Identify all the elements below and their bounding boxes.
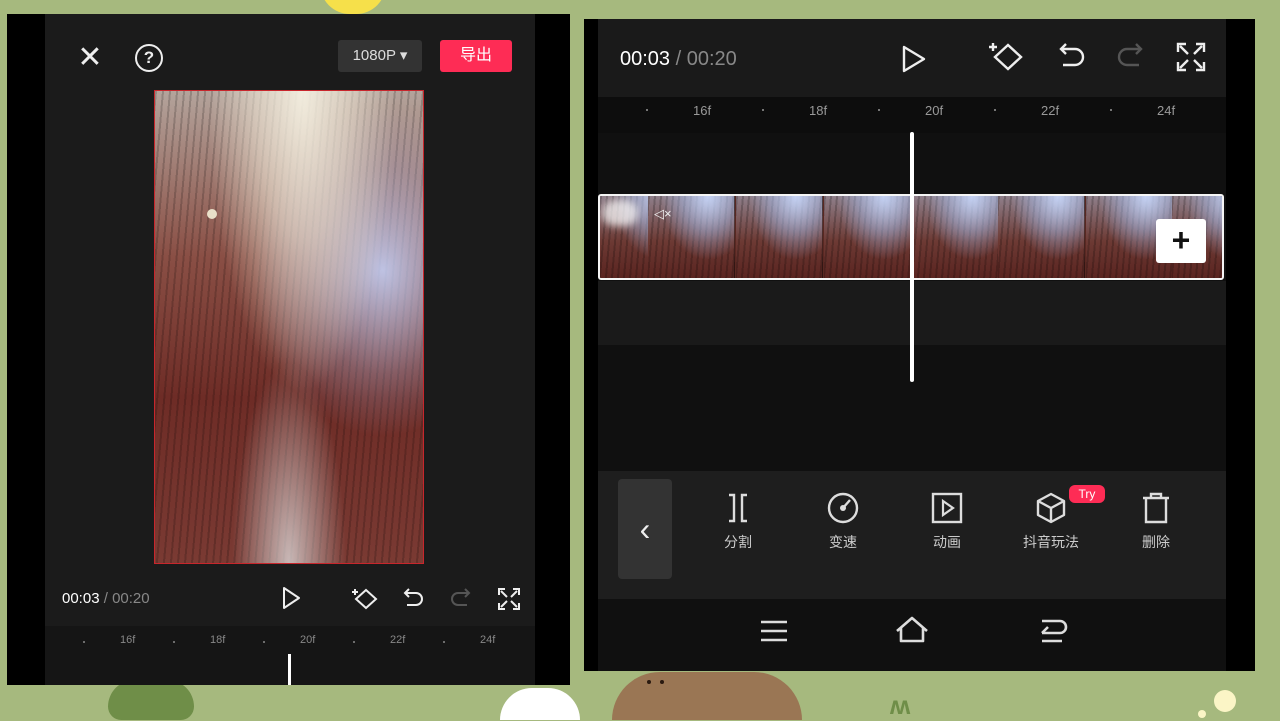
dot-decoration [1214, 690, 1236, 712]
close-icon[interactable]: ✕ [75, 43, 105, 73]
fullscreen-icon[interactable] [496, 586, 522, 612]
dot-decoration [1198, 710, 1206, 718]
ruler-dot [263, 641, 265, 643]
bear-eye [660, 680, 664, 684]
video-preview [154, 90, 424, 564]
cover-highlight [602, 200, 638, 226]
split-button[interactable]: 分割 [696, 491, 780, 552]
leaf-decoration [108, 680, 194, 720]
sprout-decoration: ʍ [890, 690, 911, 720]
ruler-dot [762, 109, 764, 111]
speed-button[interactable]: 变速 [801, 491, 885, 552]
ruler-tick: 22f [1041, 103, 1060, 118]
animation-icon [931, 492, 963, 524]
ruler-tick: 22f [390, 634, 406, 646]
sun-decoration [320, 0, 386, 14]
ruler-tick: 24f [1157, 103, 1176, 118]
effects-label: 抖音玩法 [1023, 534, 1079, 550]
undo-icon[interactable] [400, 586, 426, 612]
help-icon[interactable]: ? [135, 44, 163, 72]
fullscreen-icon[interactable] [1174, 40, 1208, 74]
ruler-tick: 24f [480, 634, 496, 646]
trash-icon [1143, 492, 1169, 524]
ruler-tick: 18f [210, 634, 226, 646]
time-current: 00:03 [620, 48, 671, 70]
ruler-dot [443, 641, 445, 643]
back-chevron-icon[interactable]: ‹ [618, 479, 672, 579]
redo-icon[interactable] [448, 586, 474, 612]
clip-frame [736, 196, 823, 278]
resolution-dropdown[interactable]: 1080P ▾ [338, 40, 422, 72]
clip-frame [912, 196, 999, 278]
time-current: 00:03 [62, 590, 100, 607]
delete-label: 删除 [1142, 534, 1170, 550]
animation-label: 动画 [933, 534, 961, 550]
time-total: 00:20 [112, 590, 150, 607]
time-separator: / [670, 48, 687, 70]
ruler-dot [173, 641, 175, 643]
time-separator: / [99, 590, 113, 607]
keyframe-icon[interactable] [988, 40, 1026, 74]
playhead[interactable] [288, 654, 291, 685]
resolution-label: 1080P [352, 47, 396, 64]
delete-button[interactable]: 删除 [1114, 491, 1198, 552]
bear-decoration [612, 672, 802, 720]
ruler-dot [83, 641, 85, 643]
caret-down-icon: ▾ [399, 47, 408, 64]
menu-icon[interactable] [754, 611, 794, 651]
animation-button[interactable]: 动画 [905, 491, 989, 552]
bear-eye [647, 680, 651, 684]
timeline-ruler[interactable]: 16f 18f 20f 22f 24f [598, 97, 1226, 133]
play-icon[interactable] [279, 584, 303, 612]
ruler-tick: 16f [120, 634, 136, 646]
speed-label: 变速 [829, 534, 857, 550]
split-icon [729, 493, 747, 523]
rabbit-decoration [500, 688, 580, 720]
cube-icon [1036, 492, 1066, 524]
time-total: 00:20 [686, 48, 737, 70]
try-badge: Try [1069, 485, 1105, 503]
play-icon[interactable] [898, 43, 928, 75]
undo-icon[interactable] [1054, 40, 1088, 74]
clip-frame [998, 196, 1085, 278]
ruler-dot [1110, 109, 1112, 111]
clip-frame [824, 196, 911, 278]
export-button[interactable]: 导出 [440, 40, 512, 72]
speed-icon [827, 492, 859, 524]
ruler-tick: 20f [300, 634, 316, 646]
ruler-dot [353, 641, 355, 643]
ruler-tick: 16f [693, 103, 712, 118]
playhead[interactable] [910, 132, 914, 382]
ruler-tick: 20f [925, 103, 944, 118]
ruler-dot [878, 109, 880, 111]
timecode: 00:03 / 00:20 [620, 48, 737, 71]
ruler-tick: 18f [809, 103, 828, 118]
left-editor-screen: ✕ ? 1080P ▾ 导出 00:03 / 00:20 16f 18f 20f… [7, 14, 570, 685]
split-label: 分割 [724, 534, 752, 550]
mute-icon[interactable]: ◁× [654, 206, 672, 222]
timecode: 00:03 / 00:20 [62, 590, 150, 607]
timeline-ruler[interactable]: 16f 18f 20f 22f 24f [45, 626, 535, 685]
add-clip-button[interactable]: + [1156, 219, 1206, 263]
home-icon[interactable] [892, 611, 932, 651]
back-nav-icon[interactable] [1032, 611, 1072, 651]
keyframe-icon[interactable] [351, 586, 381, 612]
ruler-dot [646, 109, 648, 111]
pebble-object [207, 209, 217, 219]
right-editor-screen: 00:03 / 00:20 16f 18f 20f 22f 24f ◁× + ‹… [584, 19, 1255, 671]
ruler-dot [994, 109, 996, 111]
redo-icon[interactable] [1114, 40, 1148, 74]
